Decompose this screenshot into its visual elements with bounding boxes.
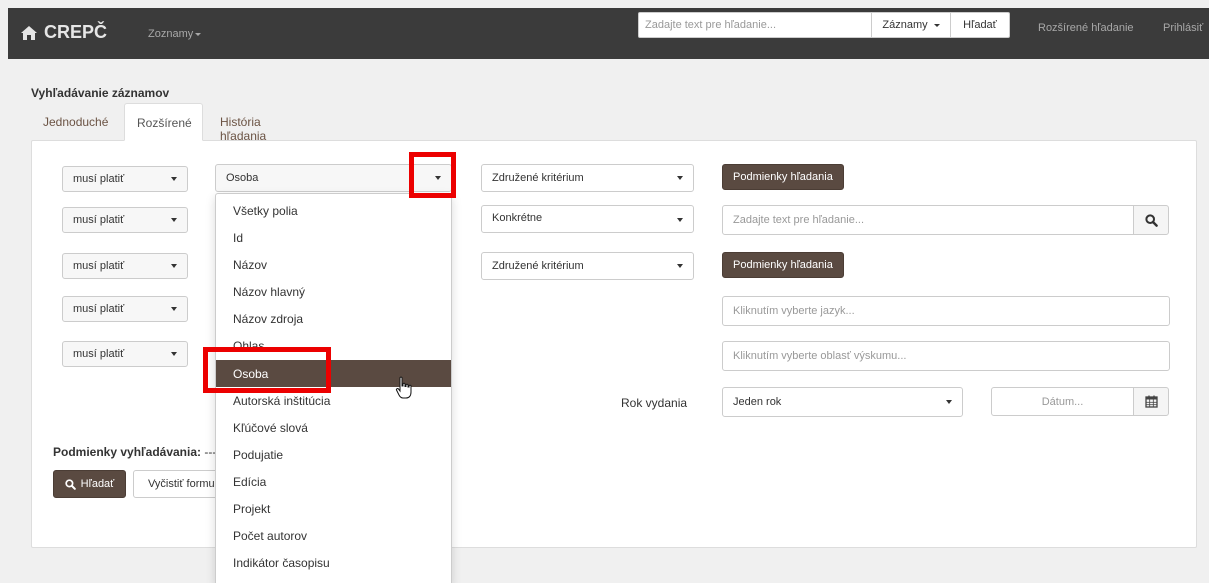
dropdown-item[interactable]: Ohlas [216,332,451,359]
top-search-input[interactable] [638,12,872,38]
criterion-label: Konkrétne [492,212,543,224]
chevron-down-icon [946,400,952,404]
operator-label: musí platiť [73,173,125,185]
operator-select-5[interactable]: musí platiť [62,341,188,367]
operator-select-3[interactable]: musí platiť [62,253,188,279]
dropdown-item[interactable]: Názov zdroja [216,305,451,332]
criterion-select-1[interactable]: Združené kritérium [481,164,694,192]
field-dropdown-menu: Všetky polia Id Názov Názov hlavný Názov… [215,193,452,583]
dropdown-item[interactable]: Kľúčové slová [216,414,451,441]
search-button-label: Hľadať [80,478,115,490]
dropdown-item[interactable]: Id [216,224,451,251]
menu-zoznamy-label: Zoznamy [148,28,194,40]
search-scope-dropdown[interactable]: Záznamy [871,12,951,38]
operator-select-2[interactable]: musí platiť [62,207,188,233]
chevron-down-icon [171,177,177,181]
chevron-down-icon [195,32,202,36]
dropdown-item[interactable]: Počet autorov [216,522,451,549]
dropdown-item[interactable]: Autorská inštitúcia [216,387,451,414]
top-navbar: CREPČ Zoznamy [8,8,1209,59]
top-search-button[interactable]: Hľadať [950,12,1010,38]
conditions-label-text: Podmienky vyhľadávania: [53,445,202,459]
criterion-select-2[interactable]: Konkrétne [481,205,694,233]
conditions-label: Podmienky vyhľadávania: --- [53,445,216,459]
chevron-down-icon [435,176,441,180]
advanced-search-link[interactable]: Rozšírené hľadanie [1038,22,1134,34]
clear-button-label: Vyčistiť formulár [148,478,218,490]
login-link[interactable]: Prihlásiť [1163,22,1203,34]
search-button[interactable]: Hľadať [53,470,126,498]
field-label: Osoba [226,172,259,184]
chevron-down-icon [171,307,177,311]
clear-form-button[interactable]: Vyčistiť formulár [133,470,219,498]
search-icon [65,478,76,490]
chevron-down-icon [171,352,177,356]
calendar-button[interactable] [1133,387,1169,416]
tab-advanced[interactable]: Rozšírené [124,103,203,141]
calendar-icon [1144,395,1158,408]
year-label: Rok vydania [621,396,688,410]
dropdown-item-selected[interactable]: Osoba [216,360,451,387]
operator-label: musí platiť [73,214,125,226]
operator-select-1[interactable]: musí platiť [62,166,188,192]
chevron-down-icon [171,218,177,222]
year-mode-label: Jeden rok [733,396,782,408]
page-title: Vyhľadávanie záznamov [31,86,170,100]
dropdown-item[interactable]: Názov [216,251,451,278]
dropdown-item[interactable]: Indikátor časopisu [216,549,451,576]
chevron-down-icon [677,218,683,222]
dropdown-item[interactable]: Podujatie [216,441,451,468]
research-area-input[interactable]: Kliknutím vyberte oblasť výskumu... [722,341,1170,371]
search-conditions-button-3[interactable]: Podmienky hľadania [722,252,844,278]
operator-label: musí platiť [73,348,125,360]
field-select-1[interactable]: Osoba [215,164,452,192]
chevron-down-icon [677,176,683,180]
home-icon [21,25,37,40]
search-conditions-button-1[interactable]: Podmienky hľadania [722,164,844,190]
operator-select-4[interactable]: musí platiť [62,296,188,322]
pointer-hand-icon [395,376,412,399]
dropdown-item[interactable]: Všetky polia [216,197,451,224]
operator-label: musí platiť [73,260,125,272]
brand-logo[interactable]: CREPČ [20,22,107,43]
chevron-down-icon [933,23,940,27]
criterion-select-3[interactable]: Združené kritérium [481,252,694,280]
menu-zoznamy[interactable]: Zoznamy [148,28,202,40]
brand-name: CREPČ [44,22,108,42]
dropdown-item[interactable]: Projekt [216,495,451,522]
tab-simple[interactable]: Jednoduché [31,103,120,141]
tab-history[interactable]: História hľadania [208,103,278,143]
year-mode-select[interactable]: Jeden rok [722,387,963,417]
dropdown-item[interactable]: Názov hlavný [216,278,451,305]
operator-label: musí platiť [73,303,125,315]
search-scope-label: Záznamy [882,19,928,31]
text-search-input[interactable]: Zadajte text pre hľadanie... [722,205,1134,235]
chevron-down-icon [171,264,177,268]
criterion-label: Združené kritérium [492,260,584,272]
language-input[interactable]: Kliknutím vyberte jazyk... [722,296,1170,326]
search-icon [1144,213,1158,227]
dropdown-item[interactable]: Edícia [216,468,451,495]
criterion-label: Združené kritérium [492,172,584,184]
chevron-down-icon [677,264,683,268]
date-input[interactable]: Dátum... [991,387,1134,416]
text-search-button[interactable] [1133,205,1169,235]
